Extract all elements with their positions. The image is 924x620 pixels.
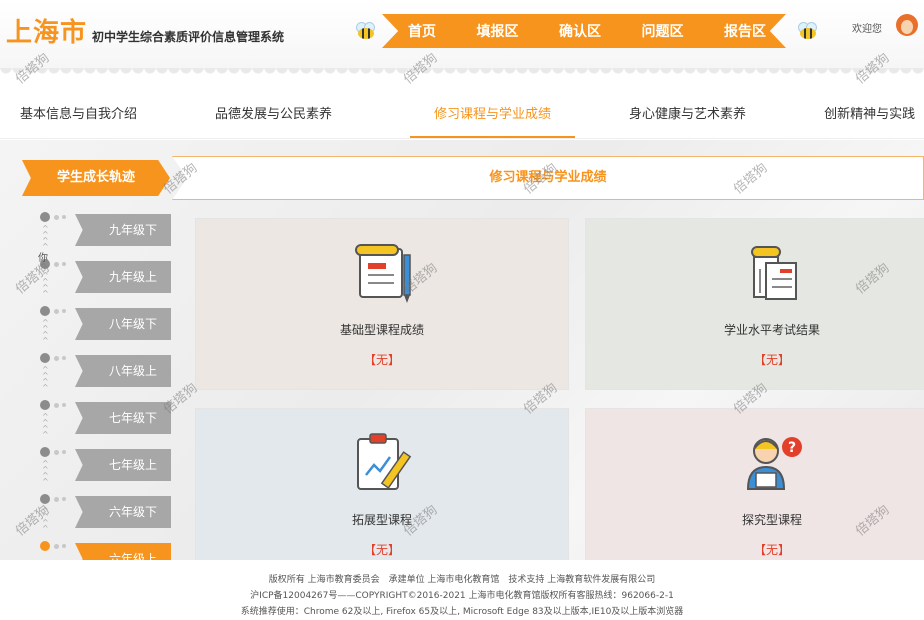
grade-row: 六年级上: [20, 535, 180, 560]
footer-browser-note: 系统推荐使用：Chrome 62及以上, Firefox 65及以上, Micr…: [240, 607, 684, 617]
timeline-dot-small-icon: [62, 497, 66, 501]
chevron-up-icon: ^ ^ ^ ^: [42, 224, 49, 251]
student-question-icon: ?: [746, 437, 802, 490]
card-status: 【无】: [753, 353, 790, 367]
timeline-dot-small-icon: [62, 356, 66, 360]
tab-health-arts[interactable]: 身心健康与艺术素养: [629, 96, 746, 138]
timeline-dot-small-icon: [62, 450, 66, 454]
grade-button[interactable]: 八年级上: [75, 355, 171, 387]
grade-button[interactable]: 七年级下: [75, 402, 171, 434]
nav-home[interactable]: 首页: [402, 21, 442, 41]
timeline-dot-small-icon: [62, 309, 66, 313]
timeline-dot-icon: [40, 494, 50, 504]
timeline-dot-small-icon: [62, 262, 66, 266]
card-inquiry-course[interactable]: ? 探究型课程 【无】: [585, 408, 924, 560]
nav-confirm[interactable]: 确认区: [553, 21, 607, 41]
grade-row: ^ ^ ^ ^ 七年级上: [20, 441, 180, 486]
timeline-dot-small-icon: [62, 544, 66, 548]
nav-fill[interactable]: 填报区: [471, 21, 525, 41]
footer-icp: 沪ICP备12004267号——COPYRIGHT©2016-2021 上海市电…: [250, 591, 674, 601]
welcome-text: 欢迎您: [852, 24, 882, 35]
card-name: 基础型课程成绩: [339, 323, 424, 337]
main-content: 学生成长轨迹 修习课程与学业成绩 ^ ^ ^ ^ 九年级下 ^ ^ ^ ^ 九年级上 你…: [0, 140, 924, 560]
header: 上海市 初中学生综合素质评价信息管理系统 首页 填报区 确认区 问题区 报告区 …: [0, 0, 924, 70]
timeline-dot-icon: [40, 212, 50, 222]
tab-courses[interactable]: 修习课程与学业成绩: [410, 96, 576, 138]
card-extended-course[interactable]: 拓展型课程 【无】: [195, 408, 569, 560]
chevron-up-icon: ^ ^ ^ ^: [42, 365, 49, 392]
grade-button[interactable]: 八年级下: [75, 308, 171, 340]
header-lace-divider: [0, 68, 924, 76]
section-title: 修习课程与学业成绩: [172, 156, 924, 200]
growth-track-title: 学生成长轨迹: [22, 160, 170, 196]
grade-row: ^ ^ ^ ^ 九年级上 你: [20, 253, 180, 298]
card-status: 【无】: [363, 543, 400, 557]
timeline-dot-icon: [40, 353, 50, 363]
document-pen-icon: [355, 244, 411, 303]
nav-report[interactable]: 报告区: [718, 21, 772, 41]
clipboard-pencil-icon: [357, 433, 412, 490]
grade-button[interactable]: 九年级下: [75, 214, 171, 246]
timeline-dot-small-icon: [54, 215, 59, 220]
timeline-dot-small-icon: [54, 497, 59, 502]
grade-row: ^ ^ ^ ^ 八年级下: [20, 300, 180, 345]
tab-morality[interactable]: 品德发展与公民素养: [215, 96, 332, 138]
bee-right-icon: [794, 22, 820, 42]
timeline-dot-icon: [40, 447, 50, 457]
grade-row: ^ ^ ^ ^ 六年级下: [20, 488, 180, 533]
timeline-dot-icon: [40, 541, 50, 551]
grade-button[interactable]: 九年级上: [75, 261, 171, 293]
logo-city: 上海市: [6, 18, 88, 48]
system-name: 初中学生综合素质评价信息管理系统: [92, 30, 285, 44]
category-tabs: 基本信息与自我介绍 品德发展与公民素养 修习课程与学业成绩 身心健康与艺术素养 …: [0, 96, 924, 139]
card-status: 【无】: [363, 353, 400, 367]
timeline-dot-icon: [40, 306, 50, 316]
chevron-up-icon: ^ ^ ^ ^: [42, 459, 49, 486]
chevron-up-icon: ^ ^ ^ ^: [42, 412, 49, 439]
current-marker: 你: [38, 253, 48, 264]
chevron-up-icon: ^ ^ ^ ^: [42, 318, 49, 345]
grade-button[interactable]: 七年级上: [75, 449, 171, 481]
timeline-dot-small-icon: [54, 262, 59, 267]
tab-innovation[interactable]: 创新精神与实践: [824, 96, 915, 138]
card-status: 【无】: [753, 543, 790, 557]
chevron-up-icon: ^ ^ ^ ^: [42, 271, 49, 298]
grade-row: ^ ^ ^ ^ 八年级上: [20, 347, 180, 392]
scroll-icon: [751, 246, 797, 300]
svg-text:?: ?: [788, 440, 796, 456]
timeline-dot-small-icon: [62, 403, 66, 407]
timeline-dot-small-icon: [54, 403, 59, 408]
chevron-up-icon: ^ ^ ^ ^: [42, 506, 49, 533]
card-academic-exam[interactable]: 学业水平考试结果 【无】: [585, 218, 924, 390]
grade-button[interactable]: 六年级上: [75, 543, 171, 560]
timeline-dot-small-icon: [54, 544, 59, 549]
nav-issues[interactable]: 问题区: [636, 21, 690, 41]
timeline-dot-small-icon: [54, 309, 59, 314]
card-name: 探究型课程: [741, 513, 802, 527]
grade-row: ^ ^ ^ ^ 七年级下: [20, 394, 180, 439]
timeline-dot-icon: [40, 400, 50, 410]
timeline-dot-small-icon: [54, 450, 59, 455]
grade-row: ^ ^ ^ ^ 九年级下: [20, 206, 180, 251]
timeline-dot-small-icon: [62, 215, 66, 219]
tab-basic-info[interactable]: 基本信息与自我介绍: [20, 96, 137, 138]
card-basic-course[interactable]: 基础型课程成绩 【无】: [195, 218, 569, 390]
main-nav: 首页 填报区 确认区 问题区 报告区: [382, 14, 786, 48]
user-avatar-icon[interactable]: [896, 14, 918, 38]
grade-button[interactable]: 六年级下: [75, 496, 171, 528]
timeline-dot-small-icon: [54, 356, 59, 361]
footer: 版权所有 上海市教育委员会 承建单位 上海市电化教育馆 技术支持 上海教育软件发…: [0, 560, 924, 620]
grade-timeline: ^ ^ ^ ^ 九年级下 ^ ^ ^ ^ 九年级上你 ^ ^ ^ ^ 八年级下 ^ ^ ^ …: [20, 206, 180, 560]
bee-left-icon: [352, 22, 378, 42]
card-name: 学业水平考试结果: [723, 323, 820, 337]
card-name: 拓展型课程: [351, 513, 412, 527]
footer-copyright: 版权所有 上海市教育委员会 承建单位 上海市电化教育馆 技术支持 上海教育软件发…: [268, 575, 656, 585]
